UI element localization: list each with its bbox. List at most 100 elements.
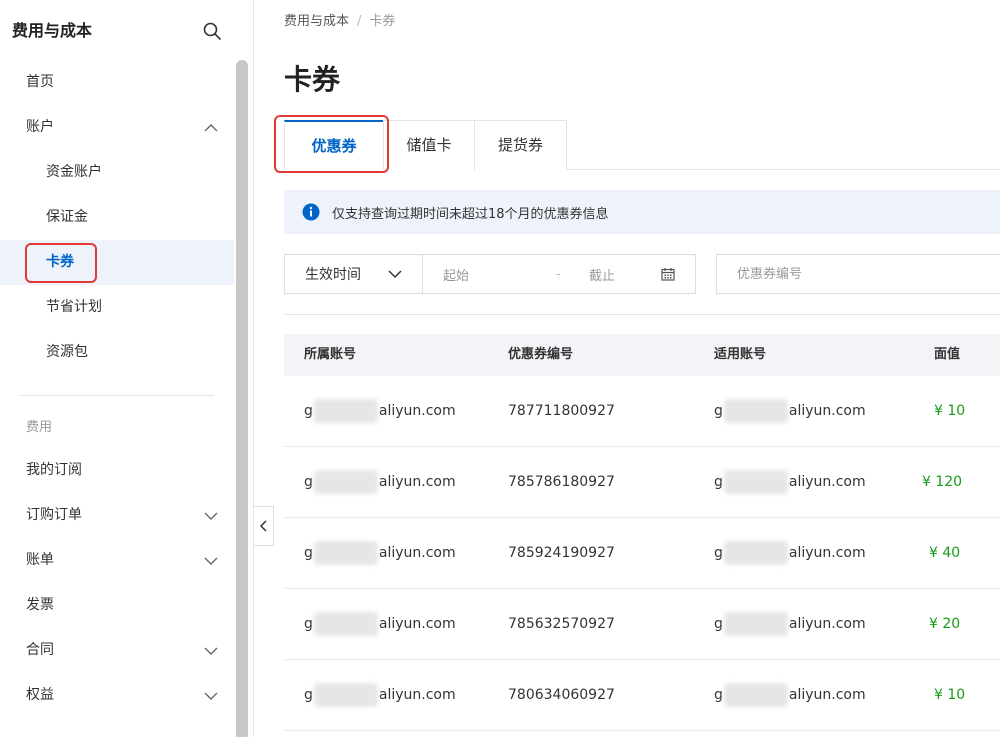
sidebar-item-resource-pack[interactable]: 资源包 (0, 330, 234, 375)
value-cell: ¥ 10 (934, 403, 966, 419)
sidebar-item-label: 资金账户 (46, 164, 102, 180)
sidebar-item-label: 订购订单 (26, 507, 82, 523)
highlight-box (274, 115, 389, 173)
date-start-field[interactable]: 起始 (443, 265, 469, 284)
coupon-number-cell: 787711800927 (508, 403, 615, 419)
main-content: 费用与成本 / 卡券 卡券 优惠券 储值卡 提货券 仅支持查询过期时间未超过18个月… (274, 0, 1000, 737)
info-icon (302, 203, 320, 221)
chevron-up-icon (204, 124, 218, 132)
value-cell: ¥ 20 (929, 616, 961, 632)
sidebar-item-orders[interactable]: 订购订单 (0, 493, 234, 538)
sidebar-header: 费用与成本 (12, 18, 222, 44)
chevron-down-icon (204, 647, 218, 655)
applicable-account-cell: g aliyun.com (714, 447, 866, 518)
account-cell: g aliyun.com (304, 660, 456, 731)
sidebar-item-home[interactable]: 首页 (0, 60, 234, 105)
redacted-block (723, 541, 788, 565)
account-suffix: aliyun.com (378, 616, 456, 632)
value-cell: ¥ 40 (929, 545, 961, 561)
time-type-value: 生效时间 (305, 267, 361, 283)
sidebar-item-fund-account[interactable]: 资金账户 (0, 150, 234, 195)
notice-text: 仅支持查询过期时间未超过18个月的优惠券信息 (332, 206, 609, 222)
applicable-account-cell: g aliyun.com (714, 376, 866, 447)
redacted-block (313, 541, 378, 565)
sidebar-item-label: 节省计划 (46, 299, 102, 315)
chevron-down-icon (204, 557, 218, 565)
column-header-applicable-account: 适用账号 (714, 347, 767, 362)
search-icon[interactable] (202, 21, 222, 41)
coupon-number-input[interactable] (716, 254, 1000, 294)
sidebar-collapse-button[interactable] (254, 506, 274, 546)
sidebar-scrollbar[interactable] (236, 60, 248, 737)
table-header: 所属账号 优惠券编号 适用账号 面值 (284, 334, 1000, 376)
sidebar-divider (20, 395, 214, 396)
sidebar-item-bills[interactable]: 账单 (0, 538, 234, 583)
account-prefix: g (714, 545, 723, 561)
date-range-separator: - (556, 266, 561, 282)
sidebar-item-label: 账户 (26, 119, 54, 135)
page-title: 卡券 (284, 63, 341, 96)
chevron-down-icon (388, 270, 402, 279)
sidebar-item-label: 发票 (26, 597, 54, 613)
sidebar-item-savings-plan[interactable]: 节省计划 (0, 285, 234, 330)
sidebar-item-account[interactable]: 账户 (0, 105, 234, 150)
value-cell: ¥ 10 (934, 687, 966, 703)
coupon-number-cell: 785632570927 (508, 616, 615, 632)
redacted-block (313, 683, 378, 707)
coupon-number-cell: 780634060927 (508, 687, 615, 703)
column-header-value: 面值 (934, 347, 961, 362)
column-header-account: 所属账号 (304, 347, 357, 362)
breadcrumb-parent[interactable]: 费用与成本 (284, 14, 349, 29)
account-suffix: aliyun.com (378, 403, 456, 419)
sidebar-item-invoices[interactable]: 发票 (0, 583, 234, 628)
tab-bar: 优惠券 储值卡 提货券 (274, 115, 1000, 173)
date-range-picker[interactable]: 起始 - 截止 (423, 255, 695, 293)
account-prefix: g (304, 403, 313, 419)
highlight-box (25, 243, 97, 283)
account-prefix: g (304, 545, 313, 561)
account-suffix: aliyun.com (378, 687, 456, 703)
redacted-block (313, 399, 378, 423)
account-suffix: aliyun.com (788, 616, 866, 632)
sidebar-title: 费用与成本 (12, 21, 93, 40)
sidebar-item-label: 合同 (26, 642, 54, 658)
redacted-block (723, 683, 788, 707)
tab-pickup-voucher[interactable]: 提货券 (474, 120, 567, 170)
column-header-coupon-number: 优惠券编号 (508, 347, 574, 362)
tab-stored-value-card[interactable]: 储值卡 (383, 120, 475, 170)
account-suffix: aliyun.com (788, 545, 866, 561)
account-cell: g aliyun.com (304, 376, 456, 447)
chevron-down-icon (204, 692, 218, 700)
sidebar-item-subscriptions[interactable]: 我的订阅 (0, 448, 234, 493)
sidebar-item-deposit[interactable]: 保证金 (0, 195, 234, 240)
account-suffix: aliyun.com (788, 474, 866, 490)
table-row: g aliyun.com 785632570927 g aliyun.com ¥ 2… (284, 589, 1000, 660)
notice-banner: 仅支持查询过期时间未超过18个月的优惠券信息 (284, 190, 1000, 234)
sidebar-menu: 首页 账户 资金账户 保证金 卡券 节省计划 资源包 费用 我的订阅 订购订单 … (0, 60, 234, 718)
account-prefix: g (714, 616, 723, 632)
account-prefix: g (304, 616, 313, 632)
sidebar: 费用与成本 首页 账户 资金账户 保证金 卡券 节省计划 资源包 费用 我的订阅… (0, 0, 254, 737)
sidebar-item-label: 权益 (26, 687, 54, 703)
sidebar-item-label: 资源包 (46, 344, 88, 360)
redacted-block (723, 399, 788, 423)
coupon-table: 所属账号 优惠券编号 适用账号 面值 g aliyun.com 787711800… (284, 334, 1000, 731)
sidebar-item-contracts[interactable]: 合同 (0, 628, 234, 673)
account-prefix: g (714, 474, 723, 490)
table-row: g aliyun.com 780634060927 g aliyun.com ¥ 1… (284, 660, 1000, 731)
account-cell: g aliyun.com (304, 589, 456, 660)
sidebar-item-label: 保证金 (46, 209, 88, 225)
account-suffix: aliyun.com (378, 474, 456, 490)
sidebar-item-cards[interactable]: 卡券 (0, 240, 234, 285)
coupon-number-cell: 785924190927 (508, 545, 615, 561)
account-prefix: g (714, 687, 723, 703)
sidebar-item-label: 首页 (26, 74, 54, 90)
calendar-icon[interactable] (661, 267, 675, 281)
time-type-select[interactable]: 生效时间 (285, 255, 423, 293)
breadcrumb-current: 卡券 (369, 14, 396, 29)
coupon-number-cell: 785786180927 (508, 474, 615, 490)
date-range-filter: 生效时间 起始 - 截止 (284, 254, 696, 294)
sidebar-item-benefits[interactable]: 权益 (0, 673, 234, 718)
account-prefix: g (714, 403, 723, 419)
date-end-field[interactable]: 截止 (589, 265, 615, 284)
